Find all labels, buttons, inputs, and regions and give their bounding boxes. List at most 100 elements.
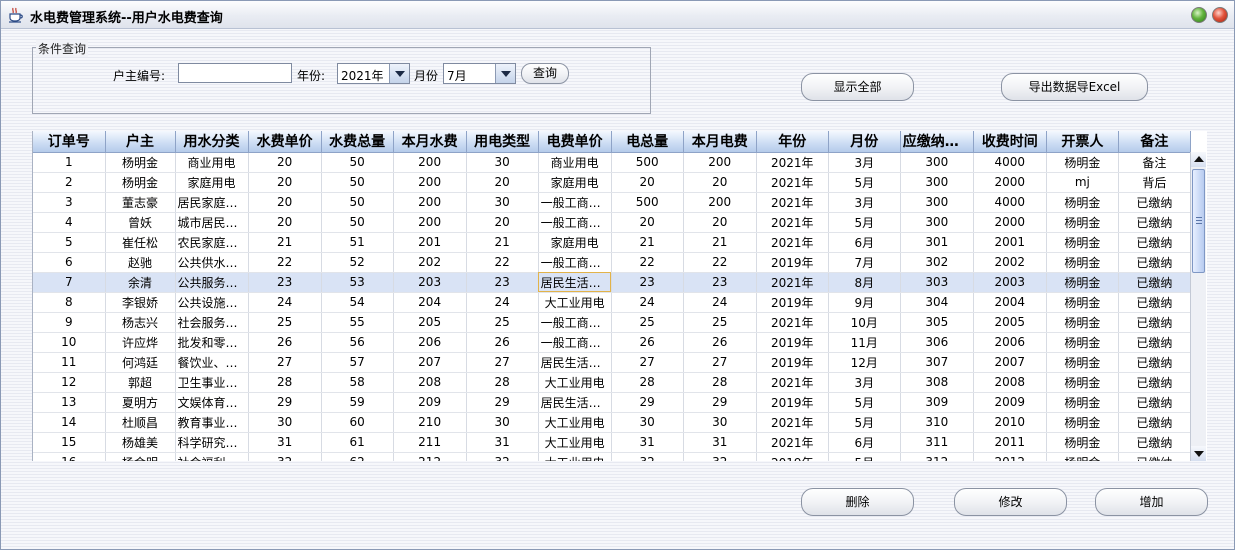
table-cell[interactable]: 302 [900, 252, 974, 273]
table-cell[interactable]: 29 [683, 392, 757, 413]
table-cell[interactable]: 一般工商业用电 [538, 252, 612, 273]
table-cell[interactable]: 大工业用电 [538, 452, 612, 461]
table-cell[interactable]: 崔任松 [105, 232, 176, 253]
table-cell[interactable]: 4 [33, 212, 106, 233]
table-cell[interactable]: 26 [683, 332, 757, 353]
column-header[interactable]: 用水分类 [175, 131, 249, 153]
table-row[interactable]: 10许应烨批发和零售贸易业用水265620626一般工商业用电26262019年… [33, 332, 1192, 353]
table-cell[interactable]: 24 [611, 292, 684, 313]
table-cell[interactable]: 杨明金 [1046, 232, 1119, 253]
table-cell[interactable]: 2021年 [756, 272, 829, 293]
table-cell[interactable]: 2001 [973, 232, 1047, 253]
table-cell[interactable]: 20 [683, 212, 757, 233]
title-bar[interactable]: 水电费管理系统--用户水电费查询 [1, 1, 1234, 29]
table-cell[interactable]: 23 [248, 272, 322, 293]
table-cell[interactable]: 10月 [828, 312, 901, 333]
table-cell[interactable]: 7 [33, 272, 106, 293]
table-cell[interactable]: 教育事业用水 [175, 412, 249, 433]
table-cell[interactable]: 2021年 [756, 212, 829, 233]
table-cell[interactable]: 大工业用电 [538, 292, 612, 313]
table-cell[interactable]: 5月 [828, 392, 901, 413]
table-cell[interactable]: 14 [33, 412, 106, 433]
search-button[interactable]: 查询 [521, 63, 569, 84]
table-cell[interactable]: 已缴纳 [1118, 412, 1192, 433]
table-cell[interactable]: 2006 [973, 332, 1047, 353]
table-cell[interactable]: 一般工商业用电 [538, 192, 612, 213]
table-cell[interactable]: 城市居民家庭用水 [175, 212, 249, 233]
table-cell[interactable]: 200 [393, 152, 467, 173]
column-header[interactable]: 年份 [756, 131, 829, 153]
table-cell[interactable]: 一般工商业用电 [538, 212, 612, 233]
table-cell[interactable]: 5 [33, 232, 106, 253]
table-cell[interactable]: 2005 [973, 312, 1047, 333]
table-cell[interactable]: 12月 [828, 352, 901, 373]
table-cell[interactable]: 6月 [828, 432, 901, 453]
table-cell[interactable]: 2021年 [756, 232, 829, 253]
table-cell[interactable]: 2019年 [756, 292, 829, 313]
table-cell[interactable]: 2021年 [756, 152, 829, 173]
table-cell[interactable]: 杨明金 [1046, 452, 1119, 461]
table-cell[interactable]: 202 [393, 252, 467, 273]
table-cell[interactable]: 居民生活用电 [538, 352, 612, 373]
owner-id-input[interactable] [178, 63, 292, 83]
table-cell[interactable]: 4000 [973, 152, 1047, 173]
table-cell[interactable]: 20 [466, 172, 539, 193]
table-cell[interactable]: 杨明金 [1046, 292, 1119, 313]
table-cell[interactable]: 21 [683, 232, 757, 253]
table-cell[interactable]: 11月 [828, 332, 901, 353]
table-cell[interactable]: 董志豪 [105, 192, 176, 213]
table-cell[interactable]: 6 [33, 252, 106, 273]
table-cell[interactable]: 32 [683, 452, 757, 461]
table-cell[interactable]: 31 [611, 432, 684, 453]
table-cell[interactable]: 杨雄美 [105, 432, 176, 453]
table-row[interactable]: 1 杨明金 商业用电 20 50 200 30 商业用电 500 200 2021年 3月 300 400… [33, 152, 1192, 173]
table-cell[interactable]: 夏明方 [105, 392, 176, 413]
table-cell[interactable]: 居民生活用电 [538, 272, 612, 293]
table-cell[interactable]: 杨明金 [1046, 192, 1119, 213]
table-cell[interactable]: 2021年 [756, 432, 829, 453]
table-cell[interactable]: 51 [321, 232, 394, 253]
table-cell[interactable]: 31 [683, 432, 757, 453]
table-cell[interactable]: 大工业用电 [538, 412, 612, 433]
table-cell[interactable]: 50 [321, 172, 394, 193]
table-cell[interactable]: 24 [466, 292, 539, 313]
table-cell[interactable]: 22 [248, 252, 322, 273]
maximize-button[interactable] [1191, 7, 1207, 23]
table-cell[interactable]: 57 [321, 352, 394, 373]
table-row[interactable]: 5 崔任松 农民家庭用水 21 51 201 21 家庭用电 21 21 2021年 6月 301 200… [33, 232, 1192, 253]
table-cell[interactable]: 31 [248, 432, 322, 453]
table-cell[interactable]: 5月 [828, 212, 901, 233]
table-cell[interactable]: 30 [611, 412, 684, 433]
table-cell[interactable]: 2012 [973, 452, 1047, 461]
table-cell[interactable]: 家庭用电 [175, 172, 249, 193]
table-cell[interactable]: 已缴纳 [1118, 212, 1192, 233]
table-cell[interactable]: 已缴纳 [1118, 232, 1192, 253]
table-cell[interactable]: 杨明金 [1046, 332, 1119, 353]
table-cell[interactable]: 52 [321, 252, 394, 273]
table-cell[interactable]: 305 [900, 312, 974, 333]
table-cell[interactable]: 一般工商业用电 [538, 332, 612, 353]
table-cell[interactable]: 212 [393, 452, 467, 461]
table-cell[interactable]: 已缴纳 [1118, 252, 1192, 273]
column-header[interactable]: 订单号 [33, 131, 106, 153]
table-cell[interactable]: 6月 [828, 232, 901, 253]
table-cell[interactable]: 2019年 [756, 392, 829, 413]
table-cell[interactable]: 备注 [1118, 152, 1192, 173]
table-cell[interactable]: 曾妖 [105, 212, 176, 233]
add-button[interactable]: 增加 [1095, 488, 1208, 516]
column-header[interactable]: 电费单价 [538, 131, 612, 153]
column-header[interactable]: 水费总量 [321, 131, 394, 153]
table-cell[interactable]: 余清 [105, 272, 176, 293]
table-cell[interactable]: 批发和零售贸易业用水 [175, 332, 249, 353]
table-cell[interactable]: 500 [611, 192, 684, 213]
table-cell[interactable]: 25 [683, 312, 757, 333]
table-cell[interactable]: 301 [900, 232, 974, 253]
table-cell[interactable]: 杨明金 [1046, 212, 1119, 233]
table-cell[interactable]: 2021年 [756, 412, 829, 433]
table-cell[interactable]: 21 [466, 232, 539, 253]
table-cell[interactable]: 23 [683, 272, 757, 293]
table-cell[interactable]: 杨明金 [1046, 312, 1119, 333]
table-cell[interactable]: 300 [900, 212, 974, 233]
table-cell[interactable]: 已缴纳 [1118, 372, 1192, 393]
table-cell[interactable]: 商业用电 [538, 152, 612, 173]
